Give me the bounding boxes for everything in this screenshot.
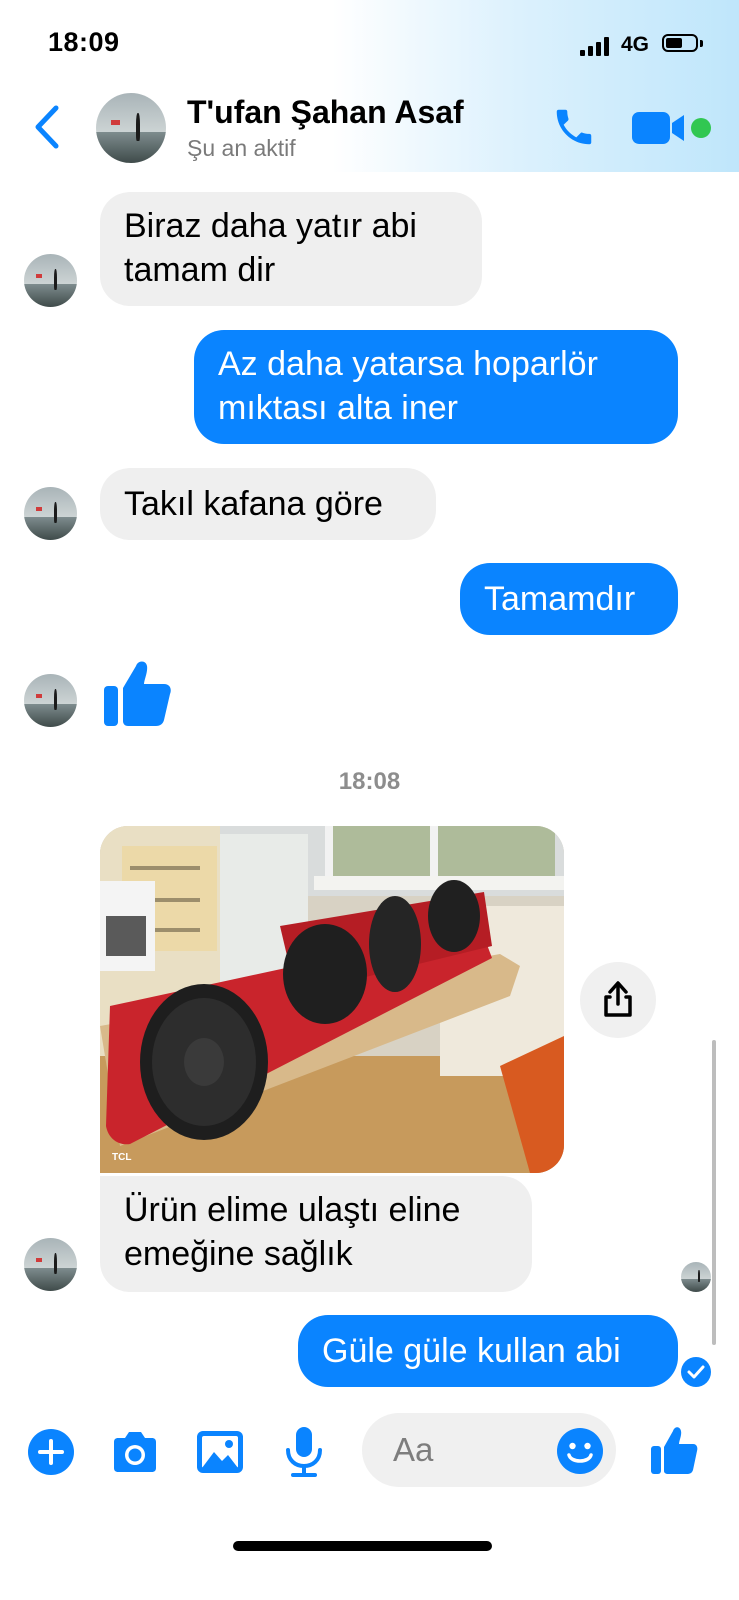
outgoing-message[interactable]: Az daha yatarsa hoparlör mıktası alta in… — [194, 330, 678, 444]
gallery-icon[interactable] — [196, 1430, 244, 1474]
emoji-icon[interactable] — [556, 1427, 604, 1475]
network-type: 4G — [621, 33, 650, 56]
scrollbar[interactable] — [712, 1040, 716, 1345]
contact-avatar[interactable] — [96, 93, 166, 163]
like-icon[interactable] — [650, 1424, 698, 1476]
battery-icon — [662, 34, 704, 54]
message-text: mıktası alta iner — [218, 389, 458, 427]
sender-avatar[interactable] — [24, 1238, 77, 1291]
photo-watermark: TCL — [112, 1152, 132, 1163]
message-text: tamam dir — [124, 251, 276, 289]
outgoing-message[interactable]: Güle güle kullan abi — [298, 1315, 678, 1387]
contact-status: Şu an aktif — [187, 135, 296, 161]
message-text: Tamamdır — [484, 580, 636, 618]
signal-strength-icon — [580, 36, 614, 56]
outgoing-message[interactable]: Tamamdır — [460, 563, 678, 635]
plus-icon[interactable] — [27, 1428, 75, 1476]
incoming-message[interactable]: Ürün elime ulaştı eline emeğine sağlık — [100, 1176, 532, 1292]
sender-avatar[interactable] — [24, 254, 77, 307]
message-text: Biraz daha yatır abi — [124, 207, 417, 245]
back-arrow-icon[interactable] — [30, 104, 64, 150]
microphone-icon[interactable] — [284, 1426, 324, 1478]
message-text: Güle güle kullan abi — [322, 1332, 621, 1370]
share-icon[interactable] — [580, 962, 656, 1038]
home-indicator — [233, 1541, 492, 1551]
time-separator: 18:08 — [338, 768, 401, 795]
message-text: Ürün elime ulaştı eline — [124, 1191, 461, 1229]
sent-check-icon — [680, 1356, 712, 1388]
video-camera-icon[interactable] — [632, 110, 688, 146]
message-text: Az daha yatarsa hoparlör — [218, 345, 598, 383]
message-text: emeğine sağlık — [124, 1235, 353, 1273]
thumbs-up-icon[interactable] — [102, 656, 172, 728]
phone-icon[interactable] — [551, 104, 597, 150]
status-time: 18:09 — [48, 27, 120, 57]
message-text: Takıl kafana göre — [124, 485, 383, 523]
read-receipt-avatar — [681, 1262, 711, 1292]
incoming-message[interactable]: Takıl kafana göre — [100, 468, 436, 540]
sender-avatar[interactable] — [24, 487, 77, 540]
incoming-message[interactable]: Biraz daha yatır abi tamam dir — [100, 192, 482, 306]
online-status-dot — [691, 118, 711, 138]
message-input-placeholder: Aa — [393, 1431, 434, 1468]
sender-avatar[interactable] — [24, 674, 77, 727]
contact-name[interactable]: T'ufan Şahan Asaf — [187, 94, 464, 131]
camera-icon[interactable] — [110, 1430, 160, 1474]
photo-message[interactable]: TCL — [100, 826, 564, 1173]
